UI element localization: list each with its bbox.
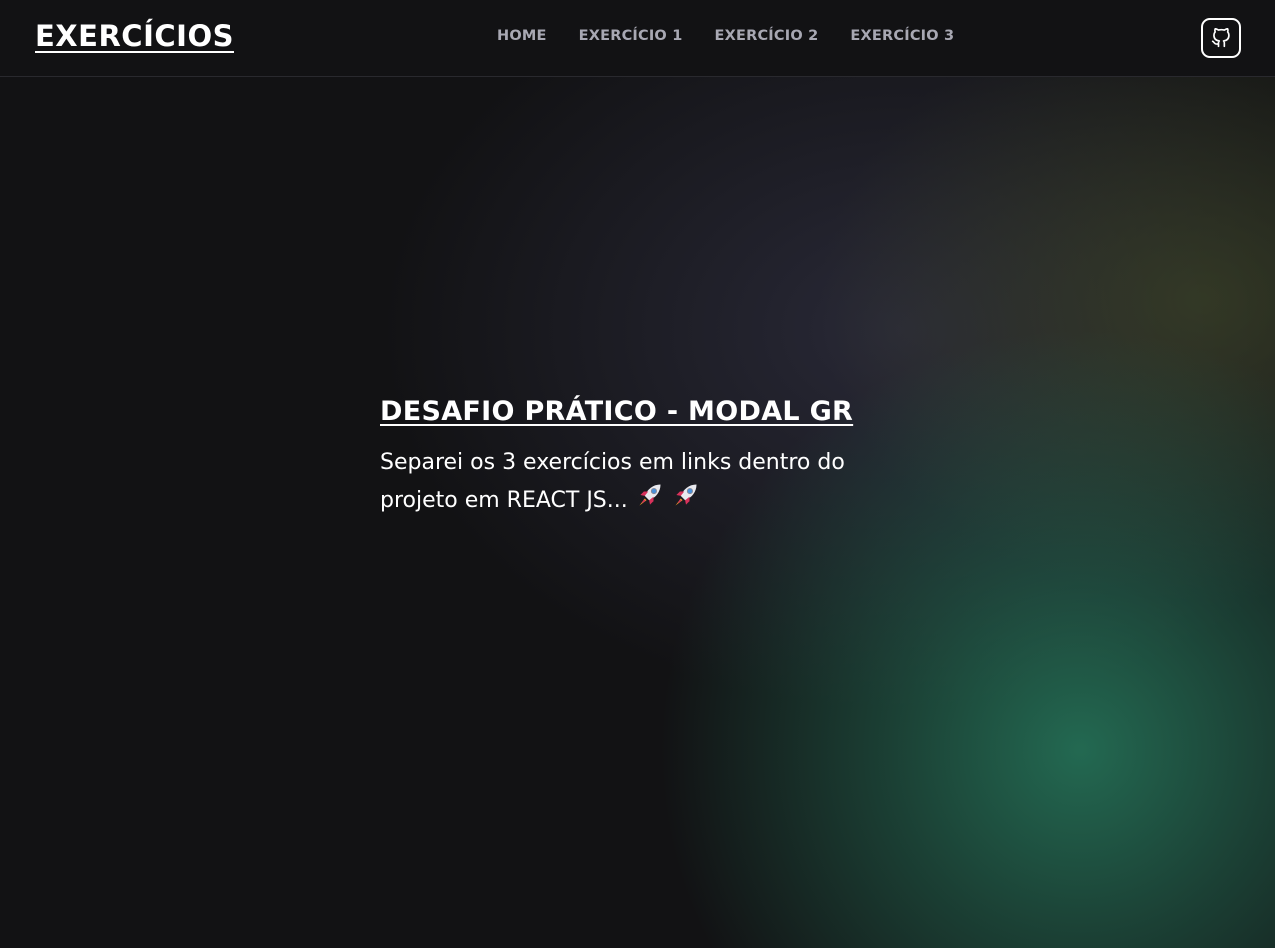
site-logo[interactable]: EXERCÍCIOS	[35, 19, 234, 53]
hero-description-text: Separei os 3 exercícios em links dentro …	[380, 450, 845, 513]
hero-section: DESAFIO PRÁTICO - MODAL GR Separei os 3 …	[380, 396, 940, 521]
top-navbar: EXERCÍCIOS HOME EXERCÍCIO 1 EXERCÍCIO 2 …	[0, 0, 1275, 77]
nav-link-exercicio-1[interactable]: EXERCÍCIO 1	[579, 28, 683, 44]
main-nav: HOME EXERCÍCIO 1 EXERCÍCIO 2 EXERCÍCIO 3	[497, 28, 954, 44]
hero-description: Separei os 3 exercícios em links dentro …	[380, 445, 850, 521]
nav-link-home[interactable]: HOME	[497, 28, 547, 44]
rocket-icon	[672, 481, 700, 521]
nav-link-exercicio-3[interactable]: EXERCÍCIO 3	[850, 28, 954, 44]
hero-title: DESAFIO PRÁTICO - MODAL GR	[380, 396, 854, 427]
rocket-icon	[636, 481, 664, 521]
github-icon	[1211, 28, 1230, 48]
github-button[interactable]	[1201, 18, 1241, 58]
nav-link-exercicio-2[interactable]: EXERCÍCIO 2	[715, 28, 819, 44]
page: EXERCÍCIOS HOME EXERCÍCIO 1 EXERCÍCIO 2 …	[0, 0, 1275, 948]
